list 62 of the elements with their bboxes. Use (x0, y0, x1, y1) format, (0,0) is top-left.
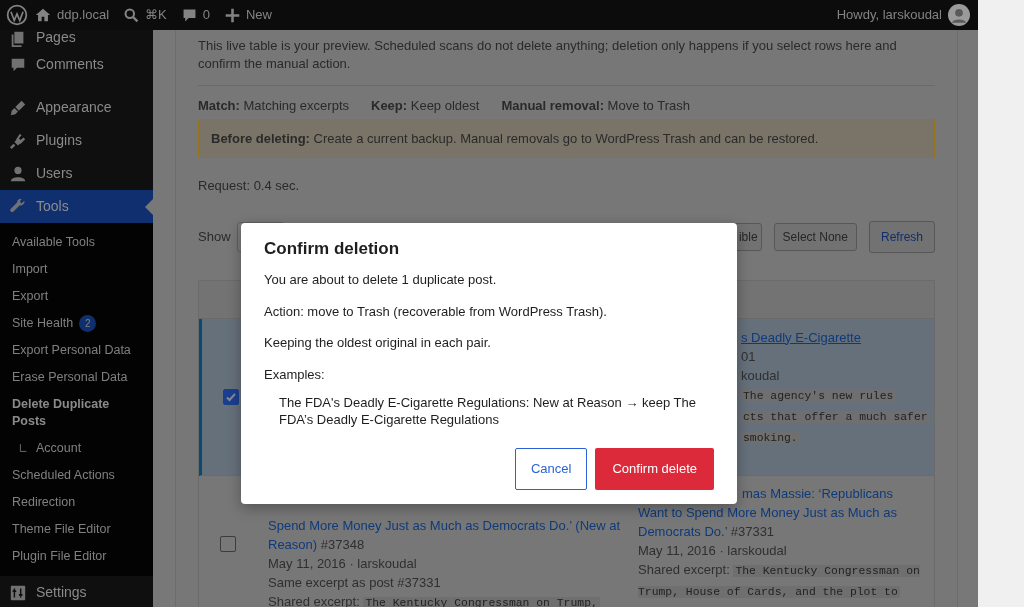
plus-icon (223, 6, 241, 24)
example-text: The FDA's Deadly E-Cigarette Regulations: New at Reason → keep The FDA’s Deadly E-Cigarette Regulations (279, 394, 697, 429)
menu-item[interactable]: Settings (0, 576, 153, 607)
submenu-item[interactable]: Redirection (0, 489, 153, 516)
avatar-icon (948, 4, 970, 26)
wordpress-logo-icon (6, 4, 28, 26)
excerpt-code: cts that offer a much safer (741, 410, 930, 423)
menu-item[interactable]: Comments (0, 48, 153, 81)
dialog-text: Keeping the oldest original in each pair. (264, 334, 492, 353)
menu-item[interactable]: Pages (0, 30, 153, 48)
plug-icon (9, 131, 27, 150)
submenu-item[interactable]: Erase Personal Data (0, 364, 153, 391)
menu-item[interactable]: Users (0, 157, 153, 190)
request-time: Request: 0.4 sec. (198, 177, 301, 195)
notification-badge: 2 (79, 315, 97, 332)
submenu-item[interactable]: Export (0, 283, 153, 310)
checkbox[interactable] (219, 536, 236, 552)
warning-notice: Before deleting: Create a current backup. Manual removals go to WordPress Trash and can be restored. (198, 118, 935, 158)
dialog-text: You are about to delete 1 duplicate post. (264, 271, 498, 290)
submenu-item[interactable]: Delete Duplicate Posts (0, 391, 153, 435)
submenu-item[interactable]: Scheduled Actions (0, 462, 153, 489)
sliders-icon (9, 583, 27, 602)
setting-text: Manual removal: Move to Trash (501, 97, 690, 115)
confirm-delete-button[interactable]: Confirm delete (595, 448, 714, 490)
menu-item[interactable]: Appearance (0, 91, 153, 124)
submenu-item[interactable]: Available Tools (0, 229, 153, 256)
comment-count[interactable]: 0 (202, 5, 210, 25)
show-label: Show (198, 227, 231, 246)
submenu-item[interactable]: Site Health 2 (0, 310, 153, 337)
intro-text: This live table is your preview. Scheduled scans do not delete anything; deletion only happens if you select rows here and confirm the manual action. (198, 37, 898, 73)
submenu-item[interactable]: Account (0, 435, 153, 462)
menu-item[interactable]: Tools (0, 190, 153, 223)
post-title-link[interactable]: Spend More Money Just as Much as Democrats Do.’ (New at Reason) #37348 (268, 515, 622, 554)
dialog-text: Action: move to Trash (recoverable from WordPress Trash). (264, 302, 608, 321)
dialog-text: Examples: (264, 365, 326, 384)
post-meta: May 11, 2016 · larskoudal (268, 554, 418, 573)
checkbox[interactable] (222, 388, 239, 405)
shortcut-label[interactable]: ⌘K (145, 5, 167, 25)
site-name-link[interactable]: ddp.local (57, 5, 110, 25)
setting-text: Match: Matching excerpts (198, 97, 349, 115)
submenu-item[interactable]: Plugin File Editor (0, 543, 153, 570)
user-icon (9, 164, 27, 183)
search-icon (123, 6, 141, 24)
toolbar-button[interactable]: Select None (773, 222, 857, 251)
post-meta: koudal (741, 366, 781, 385)
post-meta: 01 (741, 347, 757, 366)
brush-icon (9, 98, 27, 117)
setting-text: Keep: Keep oldest (371, 97, 480, 115)
excerpt-code: smoking. (741, 431, 800, 444)
new-link[interactable]: New (245, 5, 272, 25)
post-meta: Same excerpt as post #37331 (268, 573, 442, 592)
submenu-item[interactable]: Export Personal Data (0, 337, 153, 364)
submenu-item[interactable]: Theme File Editor (0, 516, 153, 543)
dialog-title: Confirm deletion (264, 239, 401, 260)
greeting-link[interactable]: Howdy, larskoudal (836, 5, 942, 25)
excerpt-code: The agency's new rules (741, 389, 896, 402)
post-meta: May 11, 2016 · larskoudal (638, 541, 788, 560)
cancel-button[interactable]: Cancel (515, 448, 588, 490)
home-icon (34, 6, 52, 24)
menu-item[interactable]: Plugins (0, 124, 153, 157)
submenu-item[interactable]: Import (0, 256, 153, 283)
toolbar-button[interactable]: Refresh (868, 220, 935, 253)
